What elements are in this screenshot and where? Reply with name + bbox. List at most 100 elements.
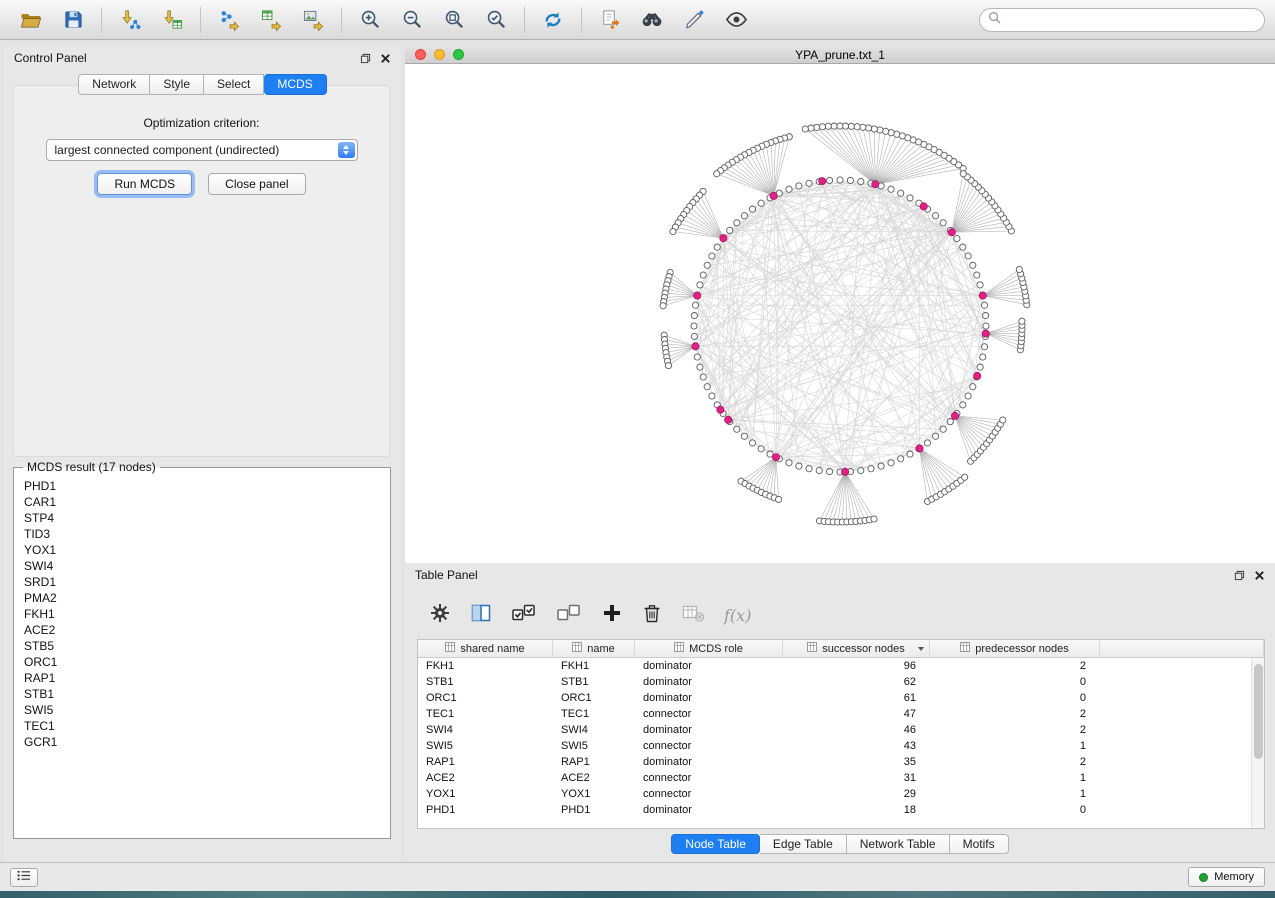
mcds-result-item[interactable]: ORC1 <box>22 654 386 670</box>
mcds-result-item[interactable]: ACE2 <box>22 622 386 638</box>
column-header-MCDS-role[interactable]: MCDS role <box>635 640 783 657</box>
mcds-result-list[interactable]: PHD1CAR1STP4TID3YOX1SWI4SRD1PMA2FKH1ACE2… <box>22 478 386 834</box>
deselect-all-button[interactable] <box>556 602 582 629</box>
mcds-result-item[interactable]: YOX1 <box>22 542 386 558</box>
table-row[interactable]: PHD1PHD1dominator180 <box>418 802 1264 818</box>
search-field[interactable] <box>979 8 1265 32</box>
tab-network[interactable]: Network <box>78 74 150 95</box>
delete-table-button[interactable] <box>681 602 705 629</box>
tab-motifs[interactable]: Motifs <box>950 834 1009 854</box>
open-file-button[interactable] <box>10 4 52 36</box>
tab-node-table[interactable]: Node Table <box>671 834 760 854</box>
cell-shared-name: ORC1 <box>418 692 553 704</box>
table-row[interactable]: ORC1ORC1dominator610 <box>418 690 1264 706</box>
delete-column-button[interactable] <box>642 602 662 629</box>
mcds-result-item[interactable]: FKH1 <box>22 606 386 622</box>
column-header-successor-nodes[interactable]: successor nodes <box>783 640 930 657</box>
show-hide-details-button[interactable] <box>715 4 757 36</box>
tab-select[interactable]: Select <box>204 74 264 95</box>
tab-style[interactable]: Style <box>150 74 204 95</box>
network-graph-canvas[interactable] <box>405 64 1275 562</box>
refresh-layout-button[interactable] <box>532 4 574 36</box>
table-row[interactable]: YOX1YOX1connector291 <box>418 786 1264 802</box>
cell-successor-nodes: 62 <box>783 676 930 688</box>
close-window-button[interactable] <box>415 49 426 60</box>
column-visibility-button[interactable] <box>470 602 492 629</box>
select-all-button[interactable] <box>511 602 537 629</box>
function-builder-button[interactable]: f(x) <box>724 606 751 625</box>
search-network-button[interactable] <box>631 4 673 36</box>
close-panel-icon[interactable] <box>380 53 391 64</box>
export-image-button[interactable] <box>292 4 334 36</box>
search-icon <box>988 11 1001 29</box>
delete-table-icon <box>681 602 705 629</box>
table-row[interactable]: FKH1FKH1dominator962 <box>418 658 1264 674</box>
scrollbar-thumb[interactable] <box>1254 664 1263 759</box>
copy-network-button[interactable] <box>589 4 631 36</box>
table-settings-button[interactable] <box>429 602 451 629</box>
cell-shared-name: SWI4 <box>418 724 553 736</box>
table-row[interactable]: TEC1TEC1connector472 <box>418 706 1264 722</box>
tab-edge-table[interactable]: Edge Table <box>760 834 847 854</box>
table-panel: Table Panel f(x) shared namenameMCDS rol… <box>405 563 1275 862</box>
add-column-button[interactable] <box>601 602 623 629</box>
tab-network-table[interactable]: Network Table <box>847 834 950 854</box>
cell-MCDS-role: dominator <box>635 692 783 704</box>
memory-button[interactable]: Memory <box>1188 867 1265 887</box>
column-header-predecessor-nodes[interactable]: predecessor nodes <box>930 640 1100 657</box>
table-row[interactable]: SWI5SWI5connector431 <box>418 738 1264 754</box>
import-network-button[interactable] <box>109 4 151 36</box>
float-window-icon[interactable] <box>360 53 371 64</box>
mcds-result-item[interactable]: GCR1 <box>22 734 386 750</box>
panel-menu-button[interactable] <box>10 868 38 887</box>
table-panel-titlebar: Table Panel <box>405 563 1275 587</box>
search-input[interactable] <box>1007 13 1256 27</box>
zoom-out-button[interactable] <box>391 4 433 36</box>
minimize-window-button[interactable] <box>434 49 445 60</box>
mcds-result-item[interactable]: SRD1 <box>22 574 386 590</box>
refresh-layout-icon <box>541 8 565 32</box>
marker-pen-button[interactable] <box>673 4 715 36</box>
mcds-result-item[interactable]: STP4 <box>22 510 386 526</box>
optimization-criterion-select[interactable]: largest connected component (undirected) <box>46 139 358 161</box>
mcds-result-item[interactable]: PMA2 <box>22 590 386 606</box>
export-network-button[interactable] <box>208 4 250 36</box>
tab-mcds[interactable]: MCDS <box>264 74 326 95</box>
table-scrollbar[interactable] <box>1251 658 1264 828</box>
float-window-icon[interactable] <box>1234 570 1245 581</box>
save-session-button[interactable] <box>52 4 94 36</box>
zoom-fit-button[interactable] <box>433 4 475 36</box>
mcds-result-item[interactable]: CAR1 <box>22 494 386 510</box>
column-header-shared-name[interactable]: shared name <box>418 640 553 657</box>
mcds-result-item[interactable]: PHD1 <box>22 478 386 494</box>
mcds-result-item[interactable]: RAP1 <box>22 670 386 686</box>
cell-successor-nodes: 61 <box>783 692 930 704</box>
cell-MCDS-role: dominator <box>635 676 783 688</box>
column-visibility-icon <box>470 602 492 629</box>
column-header-name[interactable]: name <box>553 640 635 657</box>
table-row[interactable]: STB1STB1dominator620 <box>418 674 1264 690</box>
close-panel-icon[interactable] <box>1254 570 1265 581</box>
export-table-button[interactable] <box>250 4 292 36</box>
mcds-result-item[interactable]: TID3 <box>22 526 386 542</box>
table-row[interactable]: RAP1RAP1dominator352 <box>418 754 1264 770</box>
zoom-in-button[interactable] <box>349 4 391 36</box>
control-panel: Control Panel Optimization criterion: la… <box>4 46 401 862</box>
mcds-result-item[interactable]: STB5 <box>22 638 386 654</box>
zoom-selected-button[interactable] <box>475 4 517 36</box>
mcds-result-item[interactable]: SWI5 <box>22 702 386 718</box>
mcds-result-item[interactable]: TEC1 <box>22 718 386 734</box>
run-mcds-button[interactable]: Run MCDS <box>97 173 192 195</box>
zoom-out-icon <box>401 8 424 31</box>
mcds-result-title: MCDS result (17 nodes) <box>23 460 160 474</box>
zoom-window-button[interactable] <box>453 49 464 60</box>
import-table-button[interactable] <box>151 4 193 36</box>
close-panel-button[interactable]: Close panel <box>208 173 305 195</box>
mcds-result-item[interactable]: SWI4 <box>22 558 386 574</box>
mcds-result-item[interactable]: STB1 <box>22 686 386 702</box>
cell-name: YOX1 <box>553 788 635 800</box>
table-row[interactable]: ACE2ACE2connector311 <box>418 770 1264 786</box>
toolbar-separator <box>200 7 201 33</box>
table-row[interactable]: SWI4SWI4dominator462 <box>418 722 1264 738</box>
network-window-titlebar[interactable]: YPA_prune.txt_1 <box>405 46 1275 64</box>
